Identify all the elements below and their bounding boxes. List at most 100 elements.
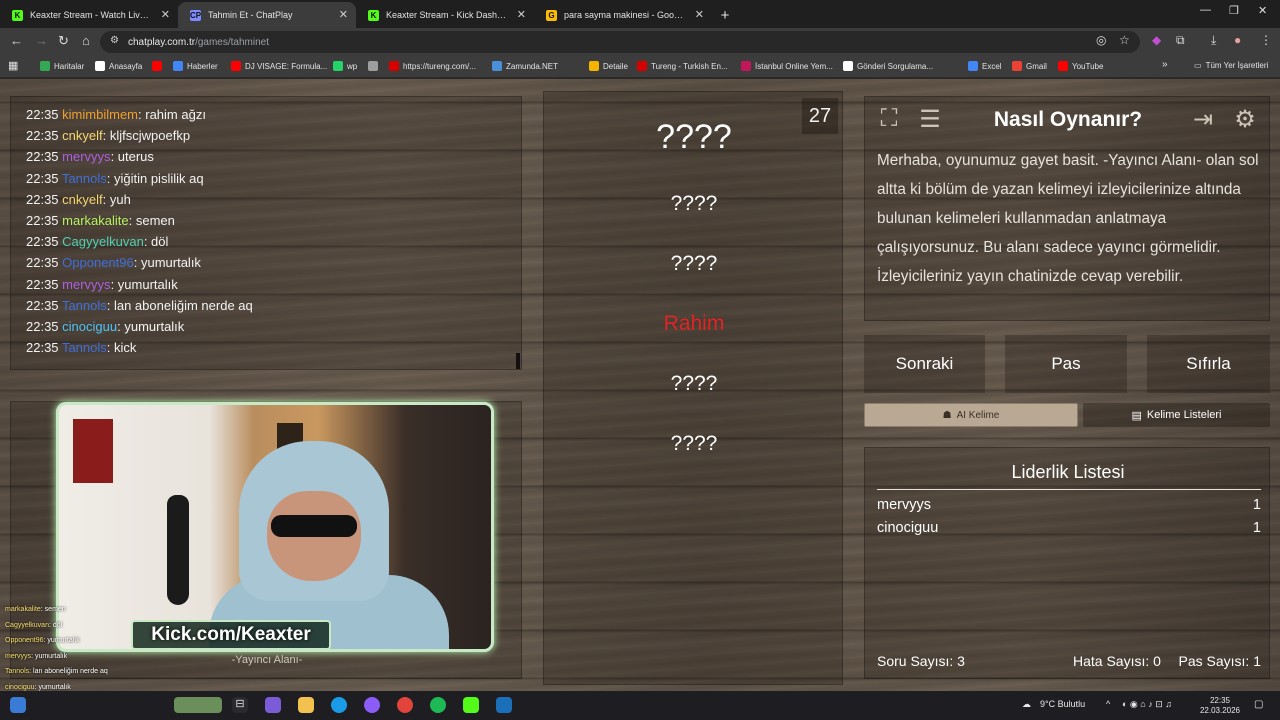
chat-username[interactable]: cinociguu xyxy=(62,319,117,334)
maximize-icon[interactable]: ❐ xyxy=(1229,4,1239,17)
bookmark-label: Zamunda.NET xyxy=(506,61,559,71)
forward-icon[interactable]: → xyxy=(35,33,48,48)
hidden-word: ???? xyxy=(670,252,718,275)
browser-tab[interactable]: CP Tahmin Et - ChatPlay ✕ xyxy=(178,2,356,28)
notification-icon[interactable]: ▢ xyxy=(1254,699,1263,710)
leaderboard-title: Liderlik Listesi xyxy=(1011,462,1125,482)
bookmark-item[interactable]: Detaile xyxy=(589,61,628,71)
list-doc-icon: ▤ xyxy=(1131,409,1142,422)
back-icon[interactable]: ← xyxy=(10,33,23,48)
word-lists-button[interactable]: ▤ Kelime Listeleri xyxy=(1083,403,1270,427)
url-field[interactable]: ⚙ chatplay.com.tr/games/tahminet xyxy=(100,31,1140,53)
copilot-icon[interactable] xyxy=(265,697,281,713)
settings-gear-icon[interactable]: ⚙ xyxy=(1229,103,1261,135)
all-bookmarks[interactable]: ▭ Tüm Yer İşaretleri xyxy=(1194,61,1268,70)
file-explorer-icon[interactable] xyxy=(298,697,314,713)
task-view-icon[interactable]: ⊟ xyxy=(232,697,248,713)
bookmark-favicon-icon xyxy=(492,61,502,71)
more-bookmarks-icon[interactable]: » xyxy=(1162,59,1168,70)
chat-username[interactable]: Cagyyelkuvan xyxy=(62,234,144,249)
menu-icon[interactable]: ⋮ xyxy=(1260,33,1272,47)
extension-icon[interactable]: ◆ xyxy=(1152,33,1161,47)
tray-icons[interactable]: ◐ ◉ ⌂ ♪ ⊡ ♫ xyxy=(1122,699,1172,710)
star-icon[interactable]: ☆ xyxy=(1119,33,1130,47)
tab-close-icon[interactable]: ✕ xyxy=(695,8,704,21)
chat-username[interactable]: markakalite xyxy=(62,213,128,228)
bookmark-item[interactable] xyxy=(152,61,162,71)
kick-app-icon[interactable] xyxy=(463,697,479,713)
url-path: /games/tahminet xyxy=(195,36,269,48)
chat-username[interactable]: cnkyelf xyxy=(62,128,102,143)
close-window-icon[interactable]: ✕ xyxy=(1258,4,1267,17)
tab-close-icon[interactable]: ✕ xyxy=(517,8,526,21)
apps-icon[interactable]: ▦ xyxy=(8,59,18,72)
clock[interactable]: 22:35 22.03.2026 xyxy=(1200,696,1240,716)
eye-off-icon[interactable]: ◎ xyxy=(1096,33,1106,47)
bookmark-item[interactable]: https://tureng.com/... xyxy=(389,61,476,71)
word-column: 27 ???????????? Rahim???????? xyxy=(543,91,843,685)
chat-time: 22:35 xyxy=(26,170,59,186)
streamer-area: Kick.com/Keaxter markakalite: semen Cagyy… xyxy=(5,401,522,706)
bookmark-item[interactable]: DJ VISAGE: Formula... xyxy=(231,61,327,71)
chrome-icon[interactable] xyxy=(397,697,413,713)
cloud-icon: ☁ xyxy=(1022,699,1031,709)
chat-username[interactable]: kimimbilmem xyxy=(62,107,138,122)
bookmark-item[interactable]: Anasayfa xyxy=(95,61,142,71)
download-icon[interactable]: ⤓ xyxy=(1211,33,1216,48)
steam-icon[interactable] xyxy=(496,697,512,713)
bookmark-item[interactable]: YouTube xyxy=(1058,61,1103,71)
bookmark-item[interactable]: wp xyxy=(333,61,357,71)
reset-button[interactable]: Sıfırla xyxy=(1147,335,1270,393)
leaderboard-divider xyxy=(877,489,1261,490)
bookmark-item[interactable]: Gönderi Sorgulama... xyxy=(843,61,933,71)
chat-username[interactable]: Tannols xyxy=(62,171,107,186)
bookmark-item[interactable]: İstanbul Online Yem... xyxy=(741,61,833,71)
home-icon[interactable]: ⌂ xyxy=(82,33,90,48)
overlay-chat-line: Cagyyelkuvan: döl xyxy=(5,618,155,634)
tab-close-icon[interactable]: ✕ xyxy=(339,8,348,21)
tab-favicon: CP xyxy=(189,10,202,21)
bookmark-favicon-icon xyxy=(231,61,241,71)
profile-icon[interactable]: ● xyxy=(1234,33,1241,47)
chat-username[interactable]: Tannols xyxy=(62,298,107,313)
overlay-chat-text: : yumurtalık xyxy=(43,637,80,644)
bookmark-label: Excel xyxy=(982,61,1002,71)
bookmark-item[interactable]: Excel xyxy=(968,61,1002,71)
bookmark-item[interactable] xyxy=(368,61,378,71)
browser-tab[interactable]: K Keaxter Stream - Kick Dashboar ✕ xyxy=(356,2,534,28)
start-icon[interactable] xyxy=(10,697,26,713)
reload-icon[interactable]: ↻ xyxy=(58,33,69,49)
spotify-icon[interactable] xyxy=(430,697,446,713)
app-icon[interactable] xyxy=(364,697,380,713)
chat-username[interactable]: mervyys xyxy=(62,149,110,164)
minimize-icon[interactable]: — xyxy=(1200,4,1211,16)
puzzle-icon[interactable]: ⧉ xyxy=(1176,33,1185,48)
pass-button[interactable]: Pas xyxy=(1005,335,1127,393)
chat-message: 22:35 Tannols: lan aboneliğim nerde aq xyxy=(26,295,521,316)
browser-tab[interactable]: Gpara sayma makinesi - Google A ✕ xyxy=(534,2,712,28)
next-button[interactable]: Sonraki xyxy=(864,335,985,393)
chat-username[interactable]: Opponent96 xyxy=(62,255,134,270)
bookmark-item[interactable]: Haberler xyxy=(173,61,218,71)
chat-username[interactable]: cnkyelf xyxy=(62,192,102,207)
exit-icon[interactable]: ⇥ xyxy=(1187,103,1219,135)
site-info-icon[interactable]: ⚙ xyxy=(110,35,119,46)
tray-chevron-icon[interactable]: ^ xyxy=(1106,699,1110,709)
bookmark-item[interactable]: Haritalar xyxy=(40,61,84,71)
widget-thumbnail[interactable] xyxy=(174,697,222,713)
chat-username[interactable]: Tannols xyxy=(62,340,107,355)
chat-scrollbar[interactable] xyxy=(516,353,520,369)
bookmark-item[interactable]: Tureng - Turkish En... xyxy=(637,61,728,71)
bookmark-item[interactable]: Zamunda.NET xyxy=(492,61,558,71)
tab-close-icon[interactable]: ✕ xyxy=(161,8,170,21)
new-tab-icon[interactable]: + xyxy=(712,2,738,28)
bookmark-label: DJ VISAGE: Formula... xyxy=(245,61,328,71)
ai-word-button[interactable]: ☗ AI Kelime xyxy=(864,403,1078,427)
bookmark-item[interactable]: Gmail xyxy=(1012,61,1047,71)
bookmark-label: Gmail xyxy=(1026,61,1047,71)
edge-icon[interactable] xyxy=(331,697,347,713)
taskbar: ⊟ ☁ 9°C Bulutlu ^ ◐ ◉ ⌂ ♪ ⊡ ♫ 22:35 22.0… xyxy=(0,691,1280,720)
browser-tab[interactable]: K Keaxter Stream - Watch Live on ✕ xyxy=(0,2,178,28)
weather-text[interactable]: 9°C Bulutlu xyxy=(1040,699,1085,709)
chat-username[interactable]: mervyys xyxy=(62,277,110,292)
